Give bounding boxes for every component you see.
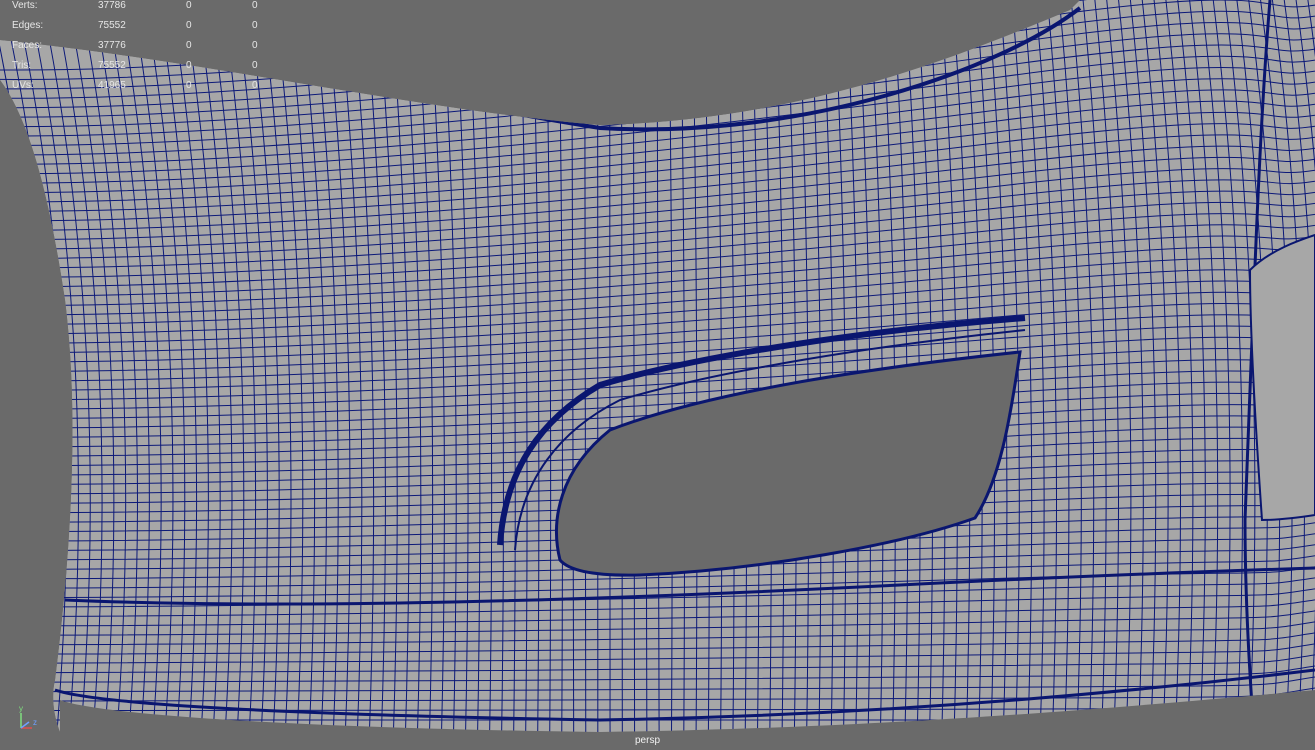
hud-row-edges: Edges: 75552 0 0: [0, 20, 270, 34]
hud-selected: 0: [186, 20, 192, 31]
hud-label: Verts:: [12, 0, 38, 11]
3d-viewport[interactable]: Verts: 37786 0 0 Edges: 75552 0 0 Faces:…: [0, 0, 1315, 750]
hud-row-faces: Faces: 37776 0 0: [0, 40, 270, 54]
hud-component: 0: [252, 60, 258, 71]
hud-component: 0: [252, 80, 258, 91]
hud-total: 75552: [98, 60, 126, 71]
hud-selected: 0: [186, 60, 192, 71]
hud-total: 37776: [98, 40, 126, 51]
hud-label: Tris:: [12, 60, 32, 71]
hud-component: 0: [252, 20, 258, 31]
hud-component: 0: [252, 40, 258, 51]
side-opening: [1248, 233, 1315, 522]
axis-z-label: z: [33, 718, 37, 727]
hud-component: 0: [252, 0, 258, 11]
hud-selected: 0: [186, 40, 192, 51]
wireframe-mesh: [0, 0, 1315, 750]
camera-label[interactable]: persp: [635, 735, 660, 746]
hud-row-tris: Tris: 75552 0 0: [0, 60, 270, 74]
hud-total: 41965: [98, 80, 126, 91]
hud-total: 75552: [98, 20, 126, 31]
hud-selected: 0: [186, 0, 192, 11]
hud-total: 37786: [98, 0, 126, 11]
hud-row-uvs: UVs: 41965 0 0: [0, 80, 270, 94]
hud-label: UVs:: [12, 80, 34, 91]
axis-gizmo-icon: y z: [19, 704, 37, 729]
hud-label: Faces:: [12, 40, 43, 51]
hud-row-verts: Verts: 37786 0 0: [0, 0, 270, 14]
hud-label: Edges:: [12, 20, 44, 31]
hud-selected: 0: [186, 80, 192, 91]
axis-y-label: y: [19, 704, 23, 713]
